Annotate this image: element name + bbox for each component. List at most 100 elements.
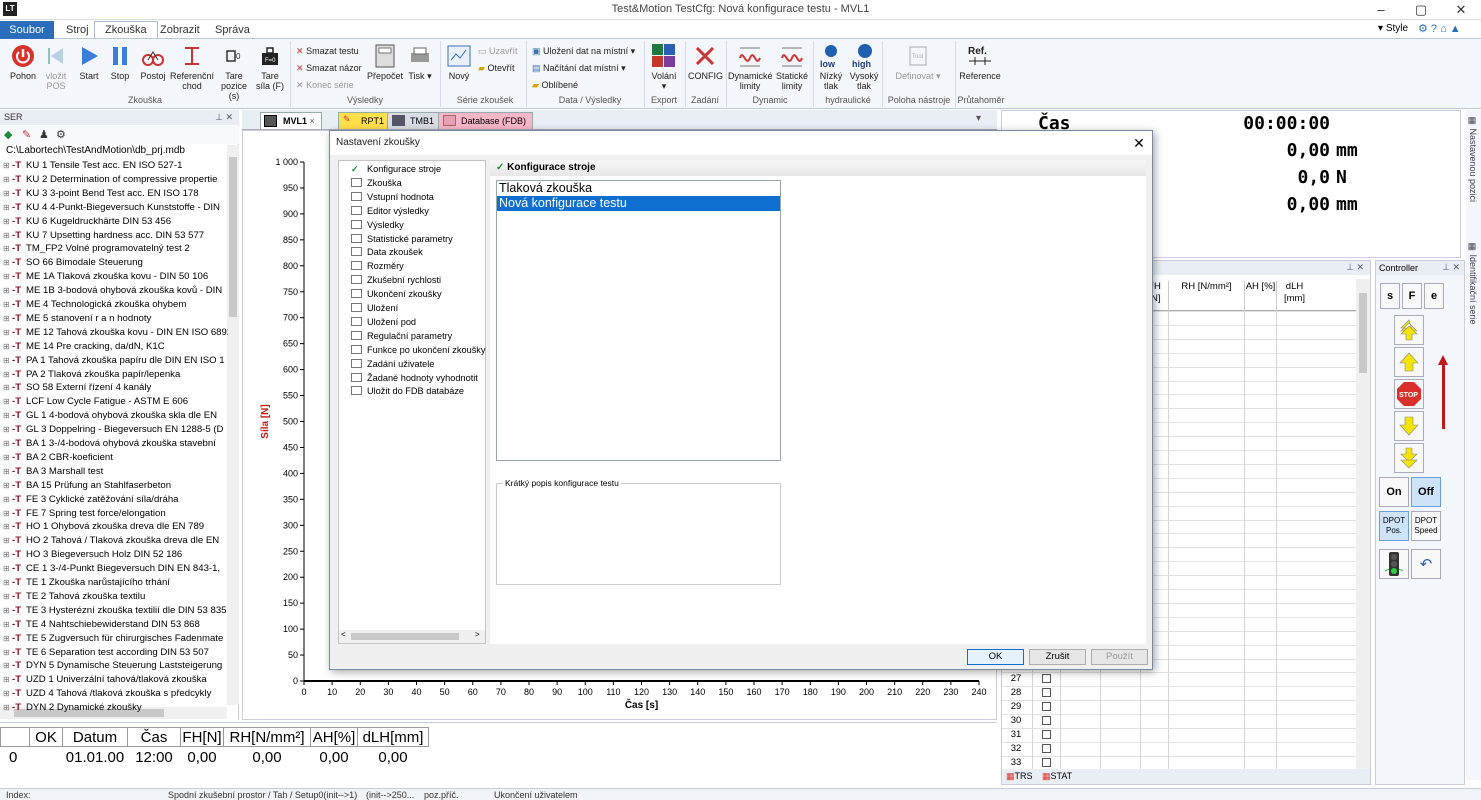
settings-tree-item[interactable]: Zkouška (343, 177, 402, 191)
mode-e-button[interactable]: e (1424, 283, 1444, 309)
settings-tree-item[interactable]: Výsledky (343, 219, 404, 233)
ser-tree-item[interactable]: ⊞ -T FE 3 Cyklické zatěžování síla/dráha (0, 493, 228, 507)
expand-icon[interactable]: ⊞ (0, 381, 12, 395)
results-row-checkbox[interactable] (1042, 757, 1051, 767)
settings-tree-item[interactable]: Uložení (343, 302, 398, 316)
settings-tree-item[interactable]: Uložit do FDB databáze (343, 385, 464, 399)
fast-up-button[interactable] (1394, 315, 1424, 345)
edit-icon[interactable]: ✎ (22, 128, 31, 141)
ser-tree-item[interactable]: ⊞ -T KU 2 Determination of compressive pro… (0, 173, 228, 187)
ser-tree-item[interactable]: ⊞ -T UZD 4 Tahová /tlaková zkouška s předc… (0, 687, 228, 701)
ser-tree-item[interactable]: ⊞ -T FE 7 Spring test force/elongation (0, 507, 228, 521)
ser-tree-item[interactable]: ⊞ -T DYN 5 Dynamische Steuerung Laststeige… (0, 659, 228, 673)
dynamicke-limity-button[interactable]: Dynamické limity (728, 43, 773, 91)
scroll-thumb[interactable] (229, 157, 237, 317)
menu-soubor[interactable]: Soubor (0, 21, 54, 39)
vlozit-pos-button[interactable]: vložit POS (40, 43, 72, 91)
ser-tree-item[interactable]: ⊞ -T GL 3 Doppelring - Biegeversuch EN 128… (0, 423, 228, 437)
tab-tmb1[interactable]: TMB1 (387, 112, 442, 129)
tare-sila-button[interactable]: F=0 Tare síla (F) (254, 43, 286, 91)
menu-sprava[interactable]: Správa (205, 22, 260, 39)
ser-tree-item[interactable]: ⊞ -T PA 2 Tlaková zkouška papír/lepenka (0, 368, 228, 382)
ser-tree-item[interactable]: ⊞ -T HO 1 Ohybová zkouška dreva dle EN 789 (0, 520, 228, 534)
ser-tree-item[interactable]: ⊞ -T DYN 2 Dynamické zkoušky (0, 701, 228, 715)
ser-tree-item[interactable]: ⊞ -T KU 7 Upsetting hardness acc. DIN 53 5… (0, 229, 228, 243)
ser-tree-item[interactable]: ⊞ -T TE 3 Hysterézní zkouška textilií dle … (0, 604, 228, 618)
apply-button[interactable]: Použít (1091, 649, 1148, 665)
ser-tree-item[interactable]: ⊞ -T KU 6 Kugeldruckhärte DIN 53 456 (0, 215, 228, 229)
ok-button[interactable]: OK (967, 649, 1024, 665)
expand-icon[interactable]: ⊞ (0, 270, 12, 284)
ser-tree-item[interactable]: ⊞ -T BA 15 Prüfung an Stahlfaserbeton (0, 479, 228, 493)
down-button[interactable] (1394, 411, 1424, 441)
ser-tree-item[interactable]: ⊞ -T BA 2 CBR-koeficient (0, 451, 228, 465)
results-vertical-scrollbar[interactable] (1356, 279, 1370, 769)
pin-icon[interactable]: ⊥ ✕ (1442, 262, 1460, 273)
ser-tree-item[interactable]: ⊞ -T TE 1 Zkouška narůstajícího trhání (0, 576, 228, 590)
mode-f-button[interactable]: F (1402, 283, 1422, 309)
settings-tree-item[interactable]: Rozměry (343, 260, 404, 274)
mode-s-button[interactable]: s (1380, 283, 1400, 309)
volani-button[interactable]: Volání ▾ (648, 43, 680, 91)
expand-icon[interactable]: ⊞ (0, 507, 12, 521)
expand-icon[interactable]: ⊞ (0, 493, 12, 507)
settings-tree-item[interactable]: ✓ Konfigurace stroje (343, 163, 441, 177)
results-row-checkbox[interactable] (1042, 688, 1051, 698)
expand-icon[interactable]: ⊞ (0, 159, 12, 173)
tab-database[interactable]: Database (FDB) (438, 112, 534, 129)
scroll-thumb[interactable] (1359, 293, 1367, 373)
pin-icon[interactable]: ⊥ ✕ (215, 112, 233, 123)
ser-tree-item[interactable]: ⊞ -T TE 6 Separation test according DIN 53… (0, 646, 228, 660)
expand-icon[interactable]: ⊞ (0, 451, 12, 465)
ser-tree-item[interactable]: ⊞ -T ME 1B 3-bodová ohybová zkouška kovů -… (0, 284, 228, 298)
pohon-button[interactable]: Pohon (6, 43, 40, 81)
off-button[interactable]: Off (1411, 477, 1441, 507)
expand-icon[interactable]: ⊞ (0, 520, 12, 534)
expand-icon[interactable]: ⊞ (0, 256, 12, 270)
results-row-checkbox[interactable] (1042, 716, 1051, 726)
expand-icon[interactable]: ⊞ (0, 548, 12, 562)
ser-tree-item[interactable]: ⊞ -T TE 5 Zugversuch für chirurgisches Fad… (0, 632, 228, 646)
ser-tree-item[interactable]: ⊞ -T PA 1 Tahová zkouška papíru dle DIN EN… (0, 354, 228, 368)
tabs-dropdown-icon[interactable]: ▾ (976, 113, 981, 124)
expand-icon[interactable]: ⊞ (0, 687, 12, 701)
start-button[interactable]: Start (74, 43, 104, 81)
expand-icon[interactable]: ⊞ (0, 409, 12, 423)
settings-tree-item[interactable]: Zadání uživatele (343, 358, 434, 372)
results-row-checkbox[interactable] (1042, 730, 1051, 739)
help-icon[interactable]: ⚙ ? ⌂ ▲ (1418, 22, 1461, 35)
tare-pozice-button[interactable]: 0 Tare pozice (s) (216, 43, 252, 101)
ser-tree-item[interactable]: ⊞ -T LCF Low Cycle Fatigue - ASTM E 606 (0, 395, 228, 409)
expand-icon[interactable]: ⊞ (0, 646, 12, 660)
configuration-item[interactable]: Tlaková zkouška (497, 181, 780, 196)
ser-tree-item[interactable]: ⊞ -T BA 3 Marshall test (0, 465, 228, 479)
postoj-button[interactable]: Postoj (137, 43, 169, 81)
style-dropdown[interactable]: ▾ Style (1378, 23, 1408, 34)
expand-icon[interactable]: ⊞ (0, 187, 12, 201)
users-icon[interactable]: ♟ (39, 128, 49, 141)
nacitani-dat-button[interactable]: ▤ Načítání dat místní ▾ (532, 60, 626, 76)
expand-icon[interactable]: ⊞ (0, 465, 12, 479)
description-box[interactable]: Krátký popis konfigurace testu (496, 478, 781, 585)
settings-tree-item[interactable]: Uložení pod (343, 316, 416, 330)
tab-trs[interactable]: ▦TRS (1006, 771, 1033, 782)
ser-tree-item[interactable]: ⊞ -T TE 4 Nahtschiebewiderstand DIN 53 868 (0, 618, 228, 632)
ser-tree-item[interactable]: ⊞ -T ME 12 Tahová zkouška kovu - DIN EN IS… (0, 326, 228, 340)
expand-icon[interactable]: ⊞ (0, 659, 12, 673)
ser-tree-item[interactable]: ⊞ -T GL 1 4-bodová ohybová zkouška skla dl… (0, 409, 228, 423)
ser-tree-item[interactable]: ⊞ -T SO 58 Externí řízení 4 kanály (0, 381, 228, 395)
tab-stat[interactable]: ▦STAT (1042, 771, 1072, 782)
expand-icon[interactable]: ⊞ (0, 326, 12, 340)
ser-tree-item[interactable]: ⊞ -T CE 1 3-/4-Punkt Biegeversuch DIN EN 8… (0, 562, 228, 576)
expand-icon[interactable]: ⊞ (0, 437, 12, 451)
undo-button[interactable]: ↶ (1411, 549, 1441, 579)
ser-tree-item[interactable]: ⊞ -T HO 3 Biegeversuch Holz DIN 52 186 (0, 548, 228, 562)
close-tab-icon[interactable]: × (310, 116, 315, 126)
ser-tree-item[interactable]: ⊞ -T TM_FP2 Volné programovatelný test 2 (0, 242, 228, 256)
tab-rpt1[interactable]: ✎ RPT1 (338, 112, 392, 129)
konec-serie-button[interactable]: ✕ Konec série (296, 77, 354, 93)
settings-tree-item[interactable]: Zkušební rychlosti (343, 274, 441, 288)
pin-icon[interactable]: ⊥ ✕ (1346, 262, 1364, 273)
config-button[interactable]: CONFIG (688, 43, 723, 81)
expand-icon[interactable]: ⊞ (0, 590, 12, 604)
